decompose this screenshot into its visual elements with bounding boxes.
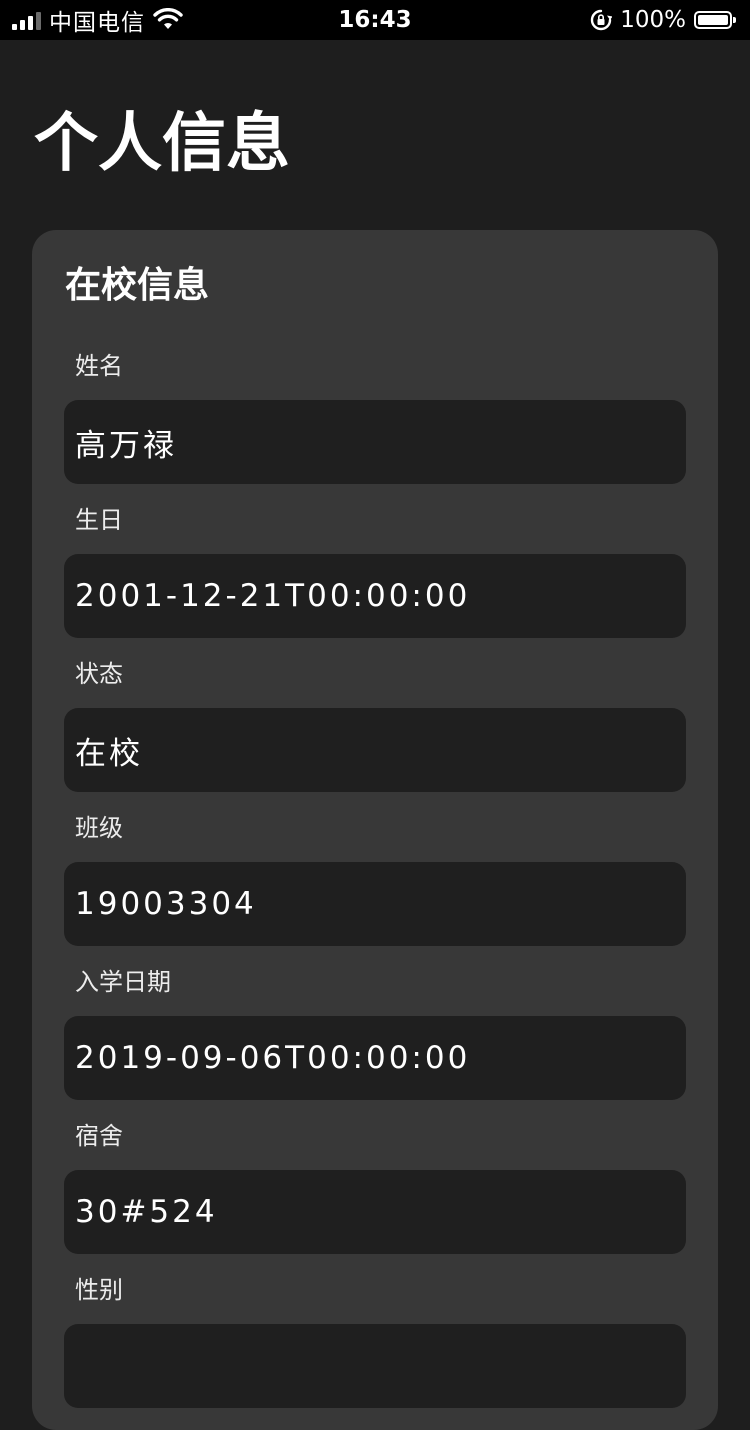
- battery-percent: 100%: [620, 7, 686, 33]
- school-info-card: 在校信息 姓名 高万禄 生日 2001-12-21T00:00:00 状态 在校…: [32, 230, 718, 1430]
- status-bar: 中国电信 16:43 100%: [0, 0, 750, 40]
- field-dormitory: 宿舍 30#524: [64, 1120, 686, 1254]
- dormitory-value-field[interactable]: 30#524: [64, 1170, 686, 1254]
- field-label: 班级: [75, 814, 123, 842]
- field-label: 性别: [75, 1276, 123, 1304]
- field-label: 姓名: [75, 352, 123, 380]
- field-label: 宿舍: [75, 1122, 123, 1150]
- field-label: 入学日期: [75, 968, 171, 996]
- field-gender: 性别: [64, 1274, 686, 1408]
- field-class: 班级 19003304: [64, 812, 686, 946]
- battery-icon: [694, 11, 736, 29]
- class-value-field[interactable]: 19003304: [64, 862, 686, 946]
- card-title: 在校信息: [65, 265, 210, 306]
- field-label: 生日: [75, 506, 123, 534]
- page-title: 个人信息: [34, 107, 290, 181]
- field-name: 姓名 高万禄: [64, 350, 686, 484]
- gender-value-field[interactable]: [64, 1324, 686, 1408]
- status-value-field[interactable]: 在校: [64, 708, 686, 792]
- enrollment-date-value-field[interactable]: 2019-09-06T00:00:00: [64, 1016, 686, 1100]
- field-label: 状态: [75, 660, 123, 688]
- status-bar-right: 100%: [590, 0, 736, 40]
- field-birthday: 生日 2001-12-21T00:00:00: [64, 504, 686, 638]
- name-value-field[interactable]: 高万禄: [64, 400, 686, 484]
- birthday-value-field[interactable]: 2001-12-21T00:00:00: [64, 554, 686, 638]
- field-status: 状态 在校: [64, 658, 686, 792]
- field-enrollment-date: 入学日期 2019-09-06T00:00:00: [64, 966, 686, 1100]
- rotation-lock-icon: [591, 9, 613, 31]
